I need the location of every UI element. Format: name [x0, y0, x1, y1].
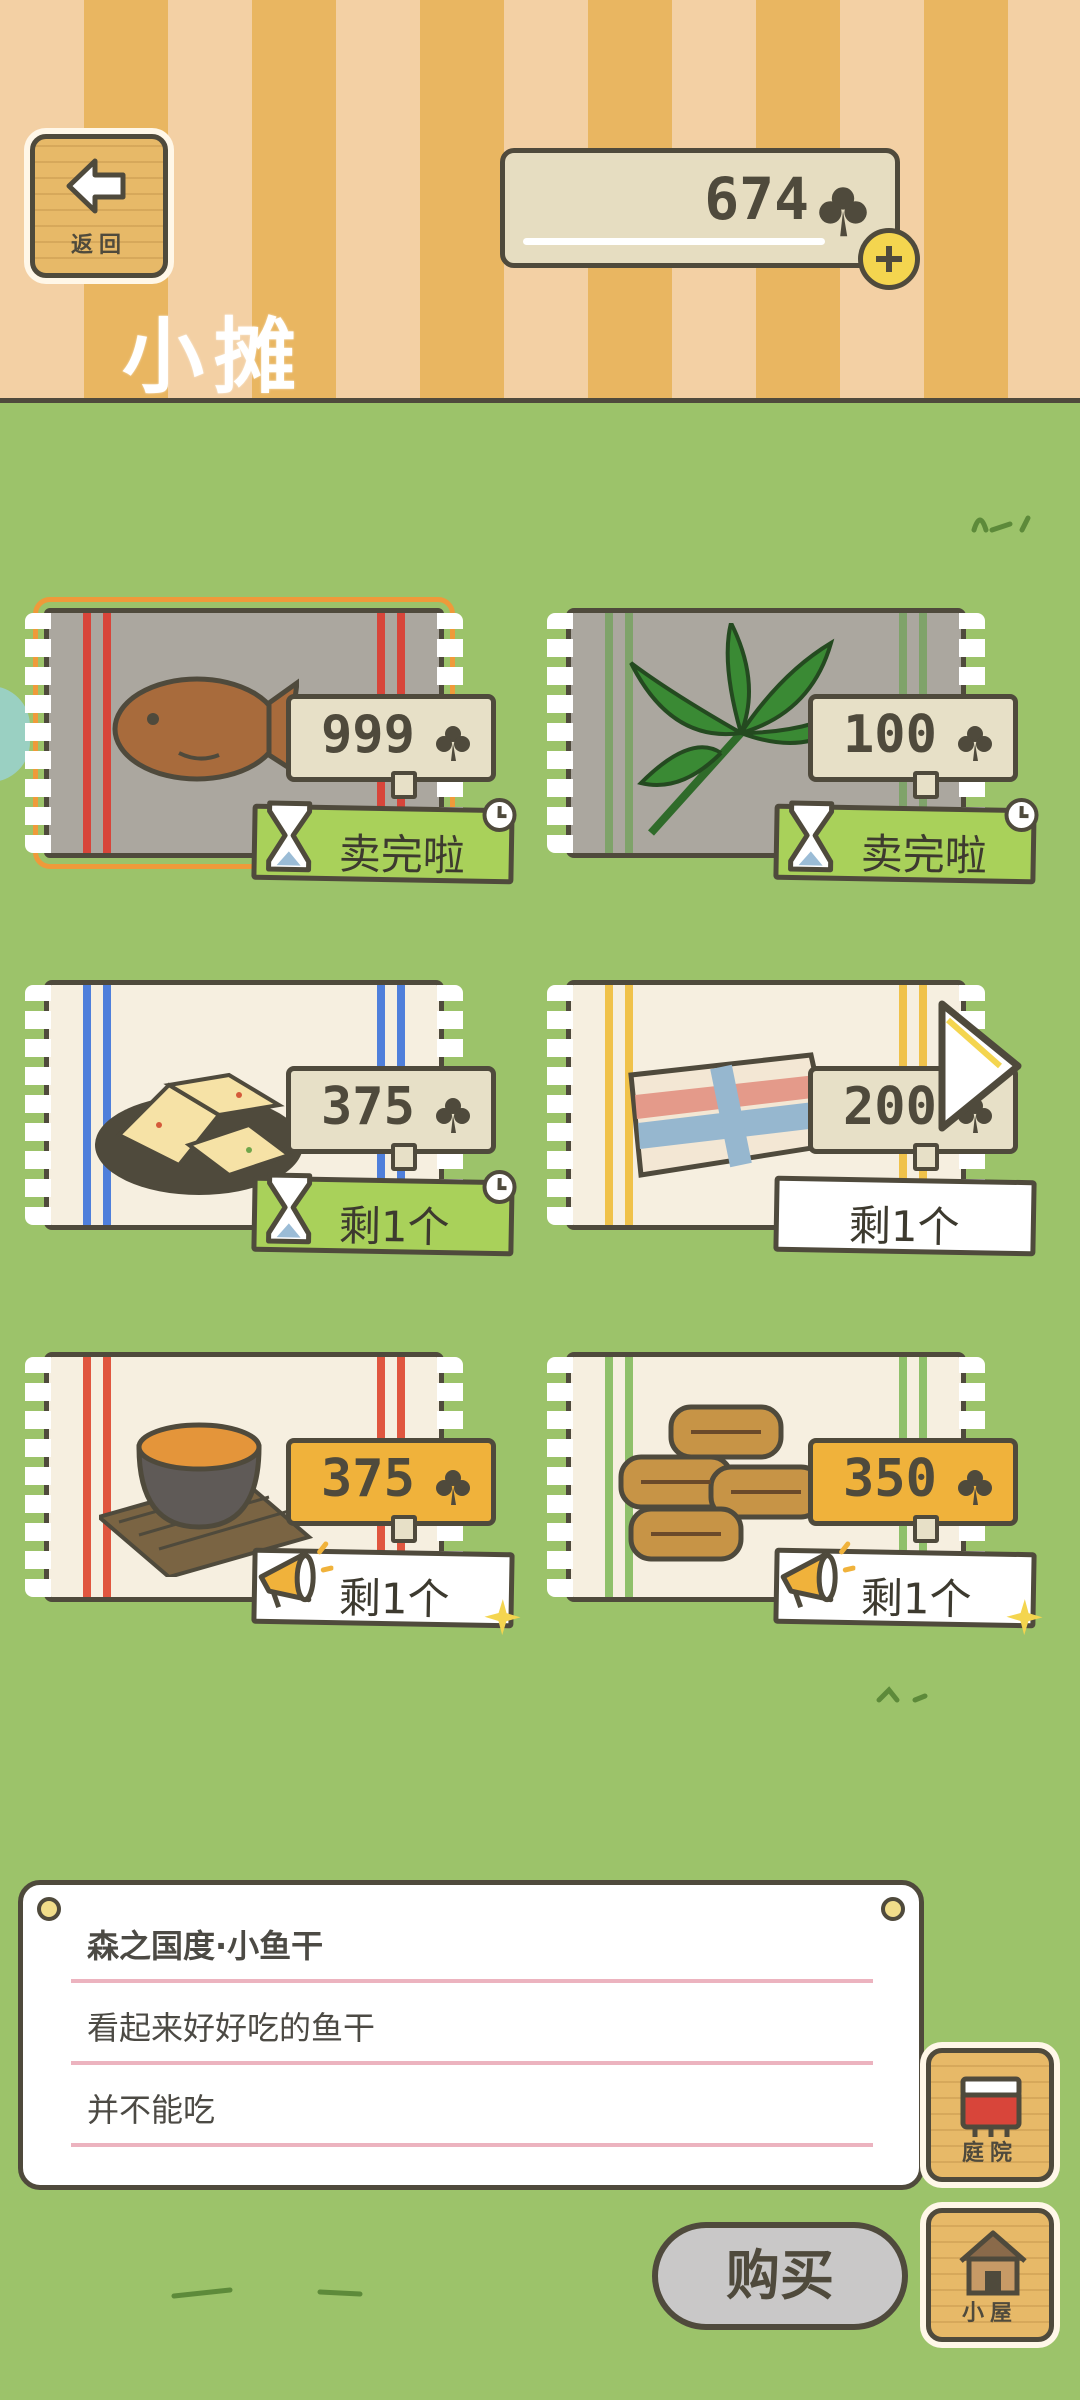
yard-button[interactable]: 庭院	[926, 2048, 1054, 2182]
status-label: 剩1个	[251, 1170, 517, 1257]
status-text: 剩1个	[338, 1201, 450, 1253]
yard-label: 庭院	[961, 2141, 1018, 2166]
price-value: 375	[321, 1077, 415, 1137]
item-description-panel: 森之国度·小鱼干 看起来好好吃的鱼干 并不能吃	[18, 1880, 924, 2190]
mat-fringe	[547, 1357, 573, 1597]
price-value: 375	[321, 1449, 415, 1509]
arrow-left-icon	[66, 158, 126, 214]
coin-counter: 674	[500, 148, 900, 268]
sparkle-icon	[1006, 1599, 1043, 1636]
mat-stripe	[605, 985, 613, 1225]
mat-stripe	[83, 613, 91, 853]
price-value: 999	[321, 705, 415, 765]
hourglass-icon	[788, 800, 835, 873]
house-button[interactable]: 小屋	[926, 2208, 1054, 2342]
hourglass-icon	[266, 1172, 313, 1245]
chevron-right-icon[interactable]	[928, 996, 1028, 1136]
status-label: 卖完啦	[773, 798, 1039, 885]
house-icon	[959, 2230, 1027, 2296]
top-banner: 返回 小摊 674	[0, 0, 1080, 405]
price-tag: 375	[286, 1438, 496, 1543]
price-tag: 350	[808, 1438, 1018, 1543]
grass-tuft-icon	[171, 2287, 363, 2299]
price-tag: 375	[286, 1066, 496, 1171]
price-tag-clip	[391, 1143, 417, 1171]
megaphone-icon	[780, 1541, 856, 1609]
yard-icon	[960, 2076, 1022, 2137]
back-button[interactable]: 返回	[30, 134, 168, 278]
shop-item-card[interactable]: 999 卖完啦	[24, 588, 517, 918]
shop-item-card[interactable]: 375 剩1个	[24, 960, 517, 1290]
item-description: 并不能吃	[71, 2065, 873, 2147]
clock-icon	[482, 798, 517, 833]
item-name: 森之国度·小鱼干	[71, 1901, 873, 1983]
price-tag-clip	[913, 1143, 939, 1171]
status-text: 剩1个	[860, 1573, 972, 1625]
clover-icon	[819, 187, 867, 237]
house-label: 小屋	[961, 2301, 1018, 2326]
hourglass-icon	[266, 800, 313, 873]
status-label: 剩1个	[251, 1541, 521, 1636]
mat-stripe	[83, 1357, 91, 1597]
coin-count: 674	[704, 165, 809, 233]
panel-nail	[881, 1897, 905, 1921]
clock-icon	[482, 1170, 517, 1205]
status-label: 剩1个	[773, 1175, 1037, 1257]
sparkle-icon	[484, 1599, 521, 1636]
status-text: 卖完啦	[338, 829, 466, 881]
clover-icon	[436, 726, 470, 761]
mat-fringe	[25, 613, 51, 853]
price-tag-clip	[391, 1515, 417, 1543]
shop-item-card[interactable]: 375 剩1个	[24, 1332, 521, 1662]
page-title: 小摊	[122, 310, 307, 405]
megaphone-icon	[258, 1541, 334, 1609]
price-tag-clip	[913, 1515, 939, 1543]
status-label: 卖完啦	[251, 798, 517, 885]
add-coins-button[interactable]	[858, 228, 920, 290]
status-text: 剩1个	[848, 1201, 960, 1252]
price-tag-clip	[391, 771, 417, 799]
price-value: 100	[843, 705, 937, 765]
item-description: 看起来好好吃的鱼干	[71, 1983, 873, 2065]
clover-icon	[958, 1470, 992, 1505]
price-tag: 100	[808, 694, 1018, 799]
clover-icon	[436, 1098, 470, 1133]
panel-nail	[37, 1897, 61, 1921]
mat-fringe	[547, 613, 573, 853]
clover-icon	[958, 726, 992, 761]
grass-tuft-icon	[971, 515, 1031, 533]
dried-fish-icon	[112, 676, 299, 782]
price-tag: 999	[286, 694, 496, 799]
shop-item-card[interactable]: 100 卖完啦	[546, 588, 1039, 918]
status-text: 卖完啦	[860, 829, 988, 881]
back-label: 返回	[70, 233, 127, 258]
status-text: 剩1个	[338, 1573, 450, 1625]
shop-item-card[interactable]: 350 剩1个	[546, 1332, 1043, 1662]
status-label: 剩1个	[773, 1541, 1043, 1636]
mat-fringe	[25, 985, 51, 1225]
price-value: 350	[843, 1449, 937, 1509]
mat-fringe	[547, 985, 573, 1225]
mat-fringe	[25, 1357, 51, 1597]
buy-button[interactable]: 购买	[652, 2222, 908, 2330]
clover-icon	[436, 1470, 470, 1505]
price-value: 200	[843, 1077, 937, 1137]
price-tag-clip	[913, 771, 939, 799]
clock-icon	[1004, 798, 1039, 833]
grass-tuft-icon	[876, 1686, 928, 1703]
